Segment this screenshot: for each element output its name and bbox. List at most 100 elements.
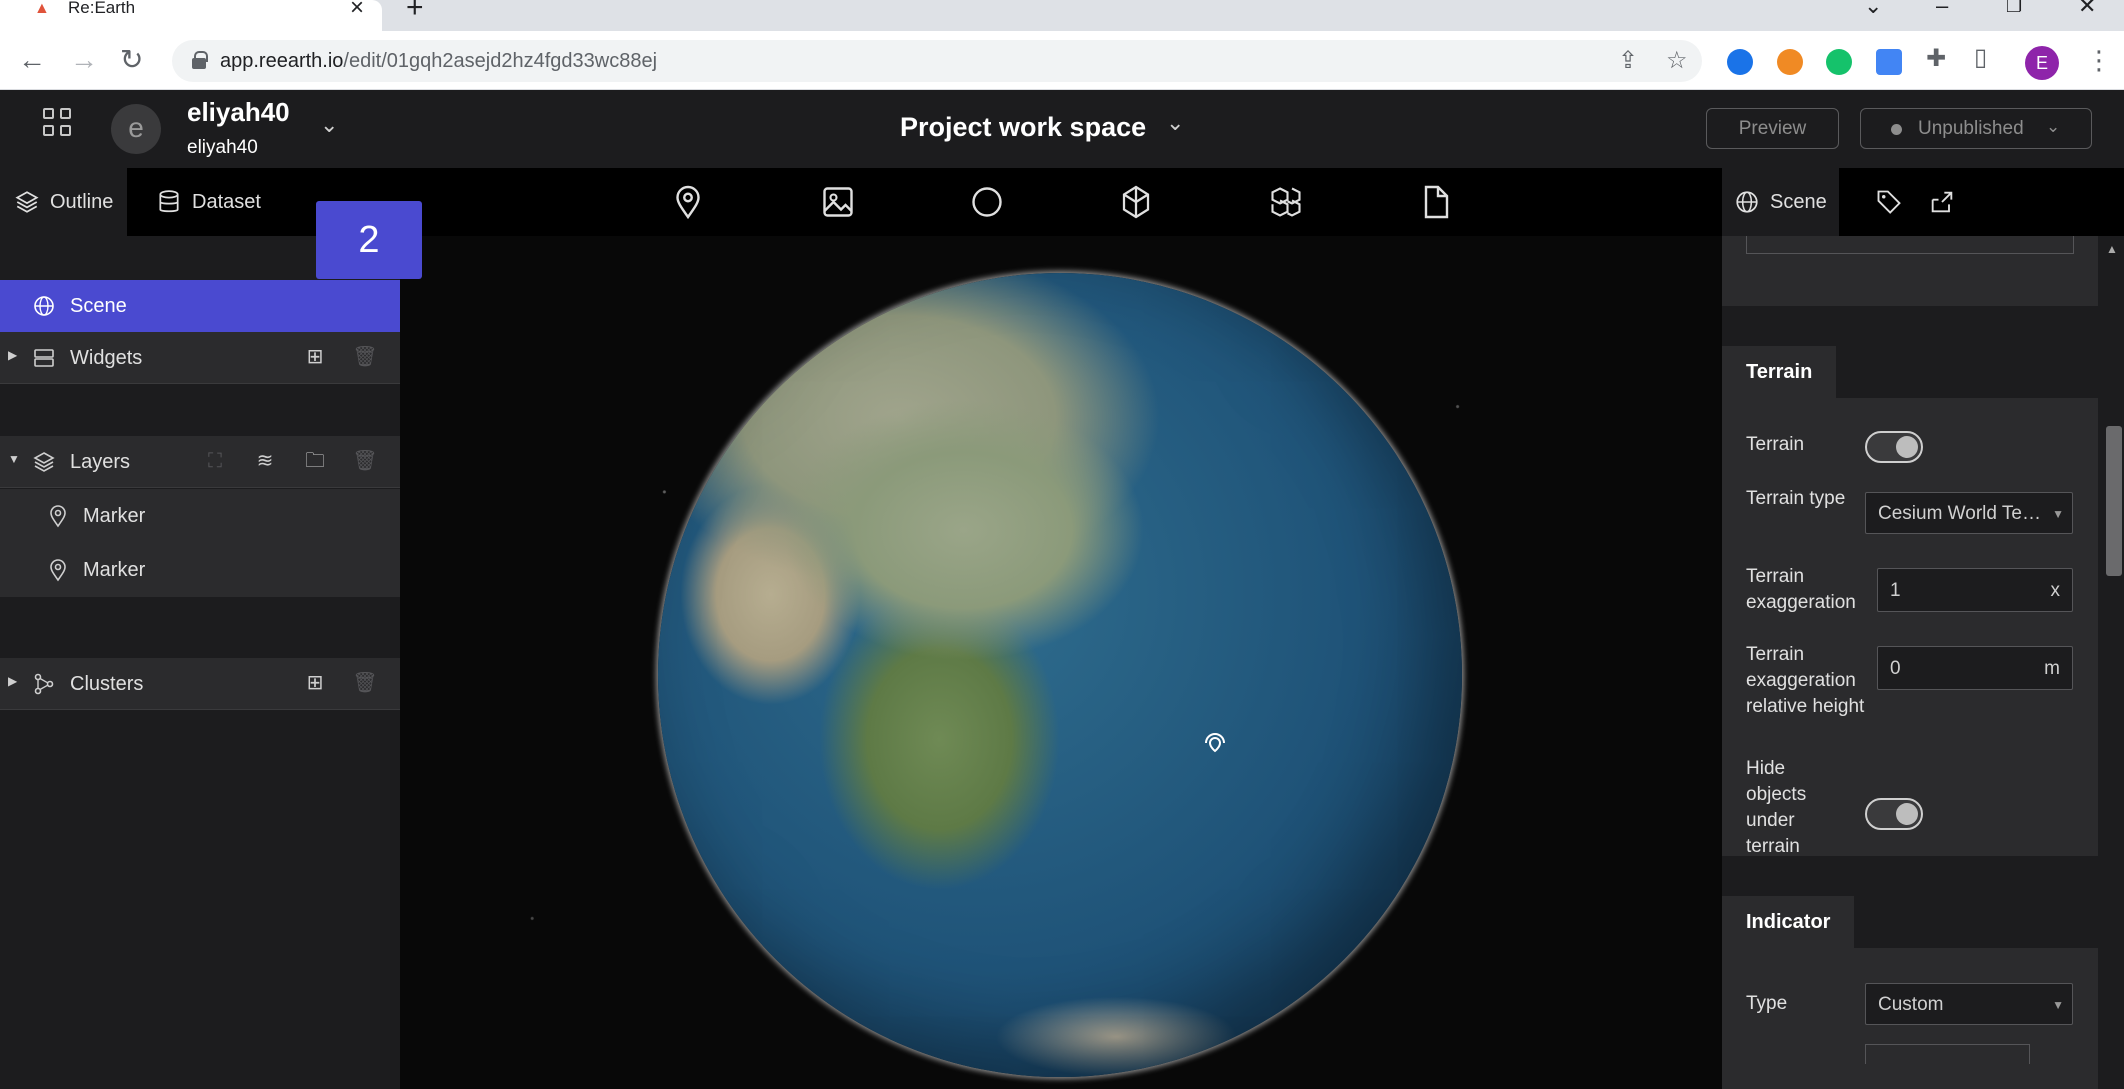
restore-icon[interactable]: ❐ xyxy=(2006,0,2022,16)
partial-field[interactable] xyxy=(1865,1044,2030,1064)
preview-button[interactable]: Preview xyxy=(1706,108,1839,149)
indicator-section: Indicator Type Custom ▼ xyxy=(1722,896,2098,1089)
workspace-name[interactable]: eliyah40 xyxy=(187,97,290,128)
terrain-relative-height-input[interactable]: 0 m xyxy=(1877,646,2073,690)
layer-item-marker-2[interactable]: Marker xyxy=(0,543,400,597)
map-viewport[interactable] xyxy=(400,236,1722,1089)
focus-layer-icon[interactable]: ⛶ xyxy=(202,448,228,474)
indicator-type-label: Type xyxy=(1746,993,1788,1014)
browser-tab[interactable]: ▲ Re:Earth × xyxy=(0,0,382,31)
outline-item-scene[interactable]: Scene xyxy=(0,280,400,332)
toggle-knob xyxy=(1896,436,1918,458)
hide-objects-label: Hide objects under terrain xyxy=(1746,758,1807,857)
tileset-icon[interactable] xyxy=(1268,184,1304,220)
hide-objects-toggle[interactable] xyxy=(1865,798,1923,830)
workspace-avatar[interactable]: e xyxy=(111,104,161,154)
url-text: app.reearth.io/edit/01gqh2asejd2hz4fgd33… xyxy=(220,50,658,72)
add-layer-icon[interactable]: ≋ xyxy=(252,448,278,474)
back-icon[interactable]: ← xyxy=(18,45,46,75)
outline-item-layers[interactable]: ▼ Layers ⛶ ≋ 🗀 🗑 xyxy=(0,436,400,488)
terrain-type-select[interactable]: Cesium World Terrain ▼ xyxy=(1865,492,2073,534)
image-icon[interactable] xyxy=(820,184,856,220)
browser-tabstrip: ▲ Re:Earth × + ⌄ – ❐ ✕ xyxy=(0,0,2124,31)
reload-icon[interactable]: ↻ xyxy=(120,45,143,75)
tab-scene[interactable]: Scene xyxy=(1722,168,1839,236)
collapse-caret-icon[interactable]: ▼ xyxy=(8,452,20,466)
browser-menu-icon[interactable]: ⋮ xyxy=(2086,43,2112,77)
terrain-toggle-label: Terrain xyxy=(1746,434,1805,455)
tab-search-icon[interactable]: ⌄ xyxy=(1864,0,1882,17)
extension-1-icon[interactable] xyxy=(1727,49,1753,75)
status-dot-icon xyxy=(1891,124,1902,135)
address-bar[interactable]: app.reearth.io/edit/01gqh2asejd2hz4fgd33… xyxy=(172,40,1702,82)
layer-item-marker-1[interactable]: Marker xyxy=(0,489,400,543)
scrollbar-thumb[interactable] xyxy=(2106,426,2122,576)
tab-scene-label: Scene xyxy=(1770,190,1827,213)
layers-stack-icon xyxy=(15,191,39,213)
map-area xyxy=(400,168,1722,1089)
close-tab-icon[interactable]: × xyxy=(350,0,364,20)
property-content: Terrain Terrain Terrain type Cesium Worl… xyxy=(1722,236,2098,1089)
outline-panel: Outline Dataset 2 Scene ▶ Widgets ⊞ 🗑 ▼ … xyxy=(0,168,422,1089)
terrain-exaggeration-label: Terrain exaggeration xyxy=(1746,566,1856,613)
step-badge: 2 xyxy=(316,201,422,279)
expand-caret-icon[interactable]: ▶ xyxy=(8,674,17,688)
outline-item-widgets[interactable]: ▶ Widgets ⊞ 🗑 xyxy=(0,332,400,384)
property-scrollbar[interactable]: ▲ xyxy=(2098,236,2124,1089)
partial-input[interactable] xyxy=(1746,236,2074,254)
close-window-icon[interactable]: ✕ xyxy=(2078,0,2096,17)
tab-outline-label: Outline xyxy=(50,190,114,213)
tab-outline[interactable]: Outline xyxy=(0,168,128,236)
export-icon[interactable] xyxy=(1928,188,1956,216)
side-panel-icon[interactable]: ▯ xyxy=(1974,45,1987,71)
forward-icon[interactable]: → xyxy=(70,45,98,75)
layer-item-label: Marker xyxy=(83,505,146,527)
workspace-chevron-down-icon[interactable]: ⌄ xyxy=(320,112,338,138)
model-icon[interactable] xyxy=(1118,184,1154,220)
workspace-subtitle: eliyah40 xyxy=(187,137,258,158)
globe-icon xyxy=(1736,191,1758,213)
sphere-icon[interactable] xyxy=(969,184,1005,220)
project-title[interactable]: Project work space xyxy=(900,112,1146,143)
terrain-toggle[interactable] xyxy=(1865,431,1923,463)
map-marker-icon[interactable] xyxy=(1200,729,1230,759)
tab-dataset[interactable]: Dataset xyxy=(142,168,275,236)
delete-cluster-icon[interactable]: 🗑 xyxy=(352,670,378,696)
add-folder-icon[interactable]: 🗀 xyxy=(302,448,328,474)
grammarly-icon[interactable] xyxy=(1826,49,1852,75)
terrain-relative-height-unit: m xyxy=(2044,658,2060,679)
new-tab-icon[interactable]: + xyxy=(406,0,424,23)
terrain-type-label: Terrain type xyxy=(1746,488,1846,509)
indicator-type-value: Custom xyxy=(1878,994,1944,1015)
terrain-relative-height-value: 0 xyxy=(1890,658,1901,679)
add-cluster-icon[interactable]: ⊞ xyxy=(302,670,328,696)
browser-toolbar: ← → ↻ app.reearth.io/edit/01gqh2asejd2hz… xyxy=(0,31,2124,90)
indicator-type-select[interactable]: Custom ▼ xyxy=(1865,983,2073,1025)
earth-globe[interactable] xyxy=(658,273,1462,1077)
bookmark-star-icon[interactable]: ☆ xyxy=(1666,48,1688,74)
add-widget-icon[interactable]: ⊞ xyxy=(302,344,328,370)
minimize-icon[interactable]: – xyxy=(1936,0,1948,17)
publish-status-button[interactable]: Unpublished ⌄ xyxy=(1860,108,2092,149)
terrain-relative-height-label: Terrain exaggeration relative height xyxy=(1746,644,1865,717)
clusters-icon xyxy=(34,673,54,695)
delete-layer-icon[interactable]: 🗑 xyxy=(352,448,378,474)
extension-2-icon[interactable] xyxy=(1777,49,1803,75)
project-chevron-down-icon[interactable]: ⌄ xyxy=(1166,110,1184,136)
dashboard-grid-icon[interactable] xyxy=(43,108,73,138)
terrain-exaggeration-input[interactable]: 1 x xyxy=(1877,568,2073,612)
outline-item-clusters[interactable]: ▶ Clusters ⊞ 🗑 xyxy=(0,658,400,710)
reearth-favicon-icon: ▲ xyxy=(34,0,50,17)
share-icon[interactable]: ⇪ xyxy=(1618,48,1638,74)
tag-icon[interactable] xyxy=(1875,188,1903,216)
profile-avatar[interactable]: E xyxy=(2025,46,2059,80)
file-icon[interactable] xyxy=(1417,184,1453,220)
extension-4-icon[interactable] xyxy=(1876,49,1902,75)
expand-caret-icon[interactable]: ▶ xyxy=(8,348,17,362)
marker-icon[interactable] xyxy=(670,184,706,220)
delete-widget-icon[interactable]: 🗑 xyxy=(352,344,378,370)
scroll-up-arrow-icon[interactable]: ▲ xyxy=(2106,242,2118,256)
chevron-down-icon: ⌄ xyxy=(2046,117,2061,136)
indicator-section-header: Indicator xyxy=(1722,896,2098,948)
extensions-puzzle-icon[interactable]: ✚ xyxy=(1926,46,1946,72)
